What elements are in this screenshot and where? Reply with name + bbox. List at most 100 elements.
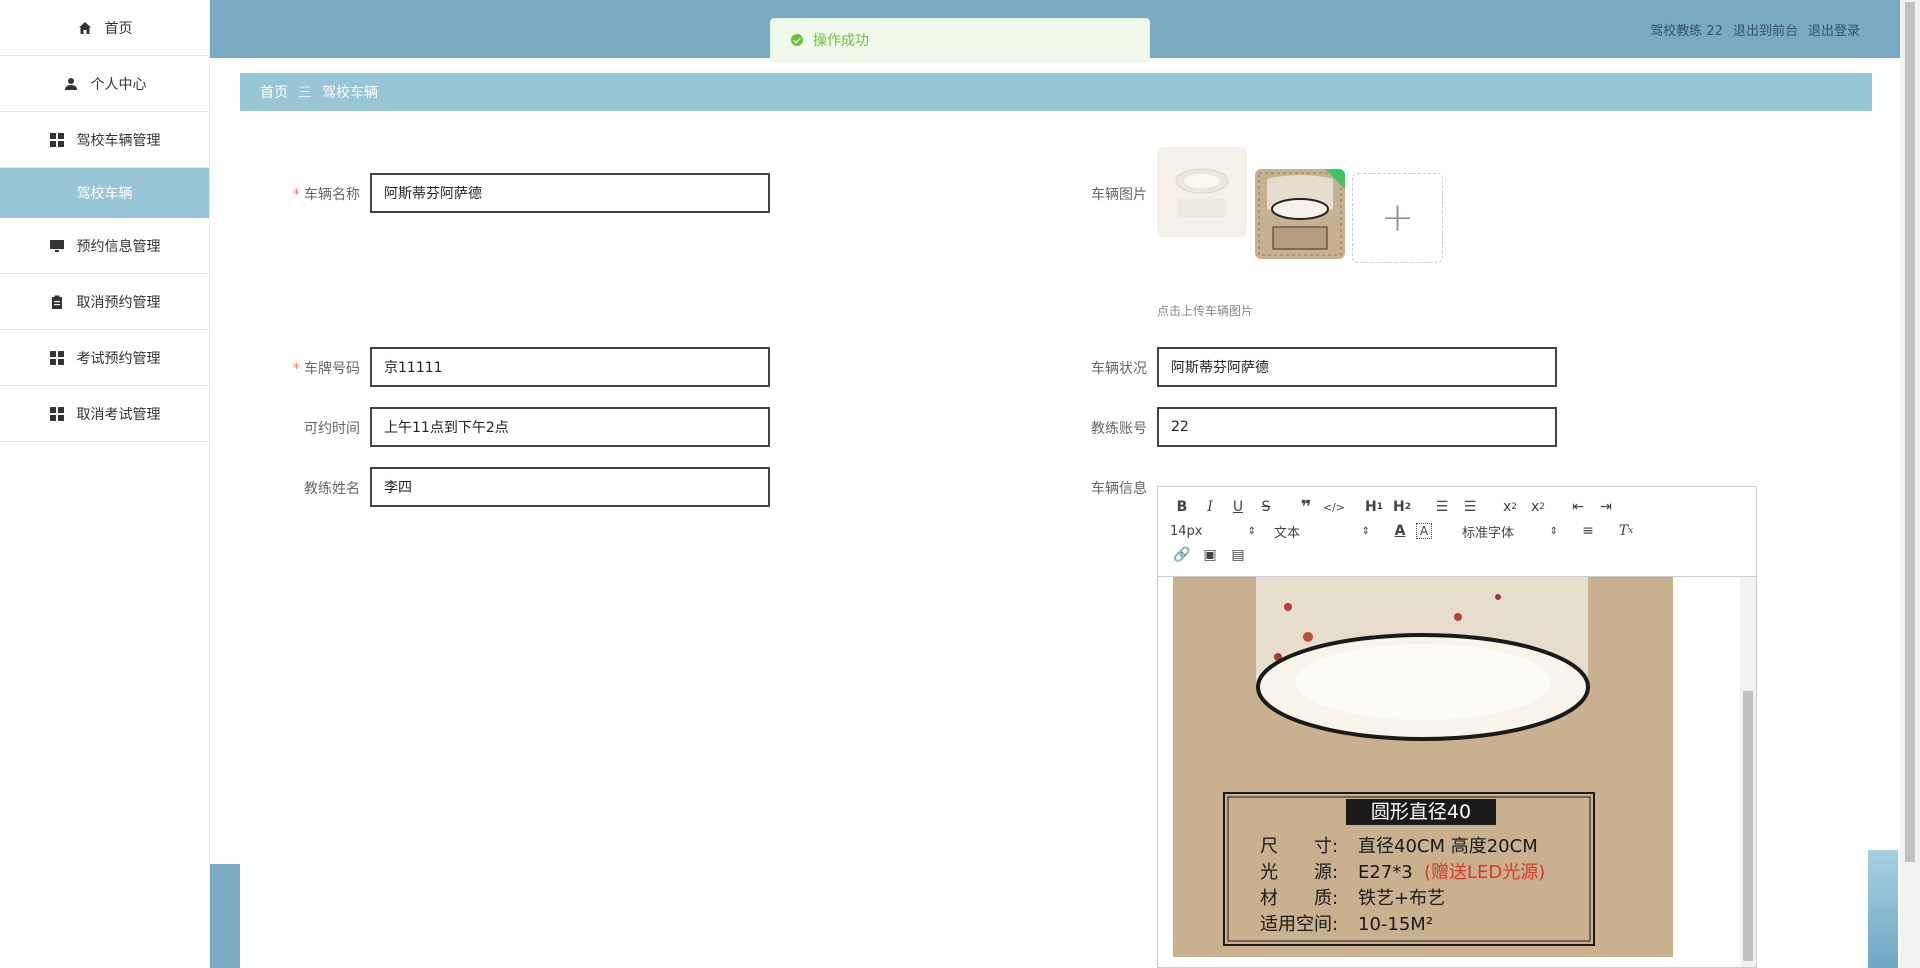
- page-scrollbar[interactable]: [1900, 0, 1920, 968]
- car-info-label: 车辆信息: [1091, 481, 1147, 497]
- monitor-icon: [49, 238, 65, 254]
- grid-icon: [49, 350, 65, 366]
- sidebar-item-home[interactable]: 首页: [0, 0, 209, 56]
- underline-button[interactable]: U: [1226, 496, 1250, 518]
- sidebar-item-cancel-booking[interactable]: 取消预约管理: [0, 274, 209, 330]
- spec-value: 10-15M²: [1358, 914, 1433, 935]
- editor-scrollbar[interactable]: [1740, 577, 1756, 967]
- grid-icon: [49, 132, 65, 148]
- home-icon: [77, 20, 93, 36]
- status-label: 车辆状况: [1091, 361, 1147, 377]
- editor-scroll-thumb[interactable]: [1743, 691, 1753, 961]
- strike-button[interactable]: S: [1254, 496, 1278, 518]
- indent-icon[interactable]: ⇥: [1594, 496, 1618, 518]
- success-toast: 操作成功: [770, 18, 1150, 62]
- product-heading: 圆形直径40: [1371, 801, 1471, 823]
- breadcrumb-home[interactable]: 首页: [260, 82, 288, 102]
- sidebar-item-booking-management[interactable]: 预约信息管理: [0, 218, 209, 274]
- breadcrumb: 首页 三 驾校车辆: [240, 73, 1872, 111]
- sidebar-subitem-vehicles[interactable]: 驾校车辆: [0, 168, 209, 218]
- subscript-button[interactable]: x2: [1498, 496, 1522, 518]
- sidebar: 首页 个人中心 驾校车辆管理 驾校车辆 预约信息管理 取消预约管理 考试预约管理: [0, 0, 210, 968]
- sidebar-item-vehicle-management[interactable]: 驾校车辆管理: [0, 112, 209, 168]
- success-icon: [791, 34, 803, 46]
- sidebar-item-label: 取消考试管理: [76, 406, 161, 423]
- coach-account-label: 教练账号: [1091, 421, 1147, 437]
- spec-key: 适用空间:: [1260, 914, 1338, 935]
- font-color-button[interactable]: A: [1388, 520, 1412, 542]
- bullet-list-icon[interactable]: ☰: [1458, 496, 1482, 518]
- car-image-thumbnail[interactable]: [1157, 147, 1247, 237]
- sidebar-item-label: 预约信息管理: [76, 238, 161, 255]
- italic-button[interactable]: I: [1198, 496, 1222, 518]
- superscript-button[interactable]: x2: [1526, 496, 1550, 518]
- car-name-label: * 车辆名称: [293, 187, 360, 203]
- video-icon[interactable]: ▤: [1226, 544, 1250, 566]
- spec-key: 尺 寸:: [1260, 836, 1338, 857]
- status-input[interactable]: 阿斯蒂芬阿萨德: [1157, 347, 1557, 387]
- car-name-input[interactable]: 阿斯蒂芬阿萨德: [370, 173, 770, 213]
- plate-input[interactable]: 京11111: [370, 347, 770, 387]
- car-image-thumbnail[interactable]: [1255, 169, 1345, 259]
- heading2-button[interactable]: H2: [1390, 496, 1414, 518]
- font-family-select[interactable]: 标准字体 ⇕: [1462, 522, 1558, 541]
- spec-value: 铁艺+布艺: [1358, 888, 1445, 909]
- back-to-front-link[interactable]: 退出到前台: [1733, 20, 1798, 39]
- sidebar-item-label: 个人中心: [90, 76, 147, 93]
- sidebar-item-label: 驾校车辆管理: [76, 132, 161, 149]
- upload-image-button[interactable]: +: [1352, 173, 1443, 263]
- chevron-updown-icon: ⇕: [1549, 525, 1558, 537]
- page-scroll-thumb[interactable]: [1905, 2, 1915, 862]
- chevron-updown-icon: ⇕: [1361, 525, 1370, 537]
- breadcrumb-separator: 三: [298, 85, 312, 101]
- current-user: 驾校教练 22: [1650, 24, 1723, 39]
- car-image-label: 车辆图片: [1091, 187, 1147, 203]
- logout-link[interactable]: 退出登录: [1808, 20, 1860, 39]
- decorative-shape: [210, 864, 240, 968]
- rich-text-editor: B I U S ❞ </> H1 H2 ☰ ☰ x2 x2 ⇤ ⇥ 14px ⇕ …: [1157, 486, 1757, 968]
- spec-key: 光 源:: [1260, 862, 1338, 883]
- block-type-select[interactable]: 文本 ⇕: [1274, 522, 1370, 541]
- ordered-list-icon[interactable]: ☰: [1430, 496, 1454, 518]
- breadcrumb-current: 驾校车辆: [322, 85, 378, 101]
- sidebar-item-label: 首页: [104, 20, 133, 37]
- toast-message: 操作成功: [813, 33, 869, 49]
- editor-toolbar: B I U S ❞ </> H1 H2 ☰ ☰ x2 x2 ⇤ ⇥ 14px ⇕ …: [1158, 487, 1756, 577]
- align-icon[interactable]: ≡: [1576, 520, 1600, 542]
- clipboard-icon: [49, 294, 65, 310]
- coach-name-label: 教练姓名: [304, 481, 360, 497]
- spec-value: E27*3: [1358, 862, 1413, 883]
- coach-account-input[interactable]: 22: [1157, 407, 1557, 447]
- code-block-button[interactable]: </>: [1322, 496, 1346, 518]
- plus-icon: +: [1380, 195, 1415, 241]
- bold-button[interactable]: B: [1170, 496, 1194, 518]
- sidebar-item-label: 考试预约管理: [76, 350, 161, 367]
- spec-key: 材 质:: [1260, 888, 1338, 909]
- blockquote-button[interactable]: ❞: [1294, 496, 1318, 518]
- spec-value: 直径40CM 高度20CM: [1358, 836, 1538, 857]
- grid-icon: [49, 406, 65, 422]
- heading1-button[interactable]: H1: [1362, 496, 1386, 518]
- time-label: 可约时间: [304, 421, 360, 437]
- top-links: 驾校教练 22 退出到前台 退出登录: [1650, 20, 1860, 39]
- sidebar-item-label: 取消预约管理: [76, 294, 161, 311]
- spec-extra: (赠送LED光源): [1424, 862, 1545, 883]
- sidebar-item-exam-booking[interactable]: 考试预约管理: [0, 330, 209, 386]
- chevron-updown-icon: ⇕: [1247, 525, 1256, 537]
- coach-name-input[interactable]: 李四: [370, 467, 770, 507]
- time-input[interactable]: 上午11点到下午2点: [370, 407, 770, 447]
- background-color-button[interactable]: A: [1416, 523, 1432, 539]
- outdent-icon[interactable]: ⇤: [1566, 496, 1590, 518]
- sidebar-item-cancel-exam[interactable]: 取消考试管理: [0, 386, 209, 442]
- clear-format-button[interactable]: Tx: [1614, 520, 1638, 542]
- link-icon[interactable]: 🔗: [1170, 544, 1194, 566]
- image-icon[interactable]: ▣: [1198, 544, 1222, 566]
- user-icon: [63, 76, 79, 92]
- editor-content[interactable]: 圆形直径40 尺 寸: 直径40CM 高度20CM 光 源: E27*3 (赠送…: [1158, 577, 1756, 967]
- plate-label: * 车牌号码: [293, 361, 360, 377]
- sidebar-item-label: 驾校车辆: [76, 186, 133, 202]
- sidebar-item-profile[interactable]: 个人中心: [0, 56, 209, 112]
- upload-hint: 点击上传车辆图片: [1157, 304, 1254, 318]
- decorative-shape: [1868, 850, 1898, 968]
- font-size-select[interactable]: 14px ⇕: [1170, 524, 1256, 539]
